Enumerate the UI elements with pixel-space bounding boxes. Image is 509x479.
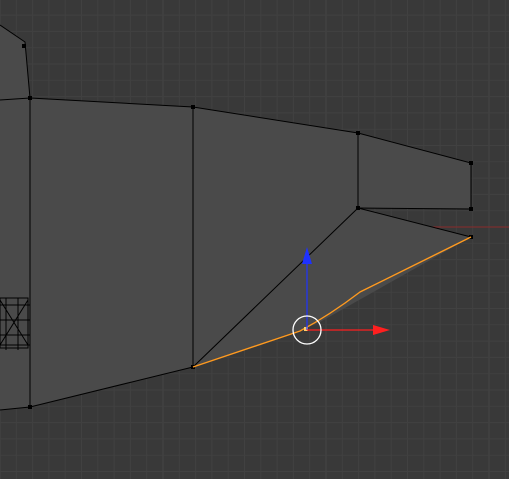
vertex[interactable] xyxy=(28,96,32,100)
vertex[interactable] xyxy=(28,405,32,409)
3d-viewport[interactable] xyxy=(0,0,509,479)
vertex[interactable] xyxy=(191,105,195,109)
vertex[interactable] xyxy=(22,44,26,48)
vertex[interactable] xyxy=(356,131,360,135)
vertex[interactable] xyxy=(469,161,473,165)
vertex[interactable] xyxy=(356,206,360,210)
vertex[interactable] xyxy=(469,207,473,211)
mesh-face-body-left xyxy=(0,98,193,410)
